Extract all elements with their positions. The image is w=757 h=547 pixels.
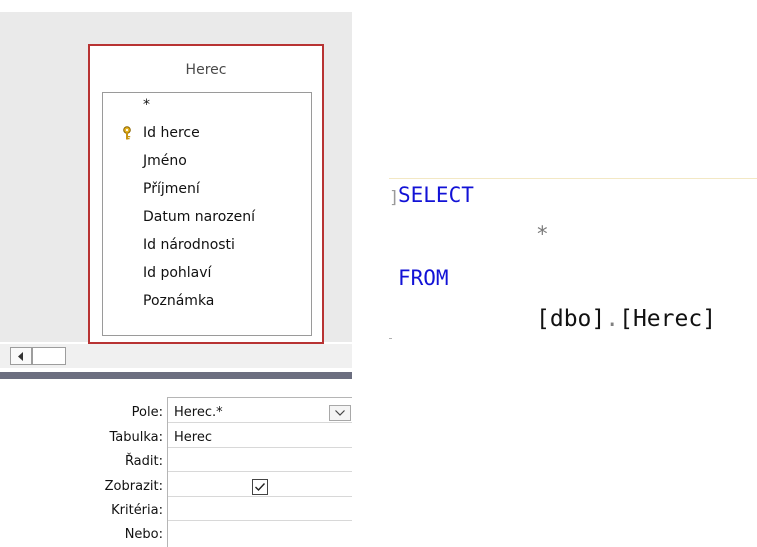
field-poznamka[interactable]: Poznámka (143, 293, 214, 309)
checkmark-icon (255, 483, 266, 492)
table-title: Herec (185, 62, 227, 78)
grid-divider (168, 496, 352, 497)
scroll-left-button[interactable] (10, 347, 32, 365)
grid-row-zobrazit: Zobrazit: (0, 478, 352, 496)
show-checkbox[interactable] (252, 479, 268, 495)
grid-top-border (167, 397, 352, 398)
scroll-thumb[interactable] (32, 347, 66, 365)
grid-divider (168, 422, 352, 423)
field-list[interactable]: * Id herce Jméno Příjmení Datum narození… (102, 92, 312, 336)
grid-label-kriteria: Kritéria: (111, 503, 163, 518)
field-cell[interactable]: Herec.* (174, 405, 223, 420)
field-datum-narozeni[interactable]: Datum narození (143, 209, 255, 225)
field-id-pohlavi[interactable]: Id pohlaví (143, 265, 211, 281)
field-jmeno[interactable]: Jméno (143, 153, 187, 169)
grid-label-tabulka: Tabulka: (109, 430, 163, 445)
sql-star: * (536, 222, 549, 246)
grid-row-pole: Pole: Herec.* (0, 404, 352, 422)
key-icon (123, 126, 131, 140)
grid-row-tabulka: Tabulka: Herec (0, 429, 352, 447)
sql-keyword-select: SELECT (398, 183, 474, 207)
grid-row-kriteria: Kritéria: (0, 502, 352, 520)
sql-current-line-border (389, 178, 757, 179)
grid-label-radit: Řadit: (124, 454, 163, 469)
sql-table: [Herec] (619, 306, 717, 332)
query-designer: Herec * Id herce Jméno Příjmení Datum na… (0, 0, 352, 547)
horizontal-scrollbar[interactable] (0, 344, 352, 368)
table-herec[interactable]: Herec * Id herce Jméno Příjmení Datum na… (88, 44, 324, 344)
field-all[interactable]: * (143, 97, 150, 113)
field-dropdown-button[interactable] (329, 405, 351, 421)
sql-schema: [dbo] (536, 306, 606, 332)
grid-divider (168, 471, 352, 472)
table-cell[interactable]: Herec (174, 430, 212, 445)
grid-label-nebo: Nebo: (124, 527, 163, 542)
sql-object-name: [dbo].[Herec] (536, 306, 716, 332)
grid-row-radit: Řadit: (0, 453, 352, 471)
table-pane: Herec * Id herce Jméno Příjmení Datum na… (0, 12, 352, 344)
sql-keyword-from: FROM (398, 266, 449, 290)
field-prijmeni[interactable]: Příjmení (143, 181, 200, 197)
sql-dot: . (605, 306, 620, 332)
grid-label-zobrazit: Zobrazit: (104, 479, 163, 494)
grid-divider (168, 520, 352, 521)
grid-row-nebo: Nebo: (0, 526, 352, 544)
pane-splitter[interactable] (0, 372, 352, 379)
scroll-left-icon (18, 351, 23, 361)
field-id-herce[interactable]: Id herce (143, 125, 200, 141)
grid-label-pole: Pole: (131, 405, 163, 420)
sql-editor[interactable]: ] SELECT * FROM [dbo].[Herec] (383, 0, 757, 547)
grid-divider (168, 447, 352, 448)
field-id-narodnosti[interactable]: Id národnosti (143, 237, 235, 253)
chevron-down-icon (335, 410, 345, 416)
outline-marker (389, 338, 392, 339)
query-grid: Pole: Herec.* Tabulka: Herec Řadit: Zobr… (0, 379, 352, 547)
